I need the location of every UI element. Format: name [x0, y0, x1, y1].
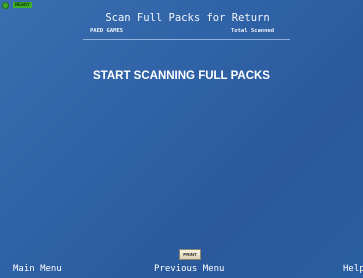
page-title: Scan Full Packs for Return: [105, 12, 270, 24]
header-divider: [83, 39, 290, 40]
previous-menu-button[interactable]: Previous Menu: [154, 264, 224, 274]
header: Scan Full Packs for Return PAED GAMES To…: [0, 12, 363, 44]
status-bar: READY: [0, 0, 33, 10]
ready-indicator-icon: [2, 1, 9, 9]
help-button[interactable]: Help: [343, 264, 363, 274]
scan-instruction: START SCANNING FULL PACKS: [93, 70, 270, 82]
print-button[interactable]: PRINT: [179, 249, 201, 260]
main-menu-button[interactable]: Main Menu: [13, 264, 62, 274]
status-badge: READY: [13, 2, 33, 8]
header-games-label: PAED GAMES: [90, 28, 124, 34]
header-total-scanned-label: Total Scanned: [231, 28, 275, 34]
